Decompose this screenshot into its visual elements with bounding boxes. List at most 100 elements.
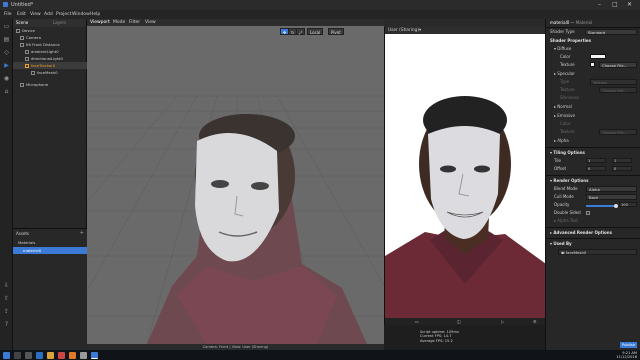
scene-tool-icon[interactable]: ▭	[2, 22, 11, 31]
cull-mode-select[interactable]: Back	[586, 194, 637, 200]
chrome-icon[interactable]	[58, 351, 65, 359]
asset-item-materials[interactable]: Materials	[13, 239, 87, 246]
scale-tool-button[interactable]: ⤢	[296, 28, 306, 35]
double-sided-checkbox[interactable]	[586, 211, 590, 215]
tab-scene[interactable]: Scene	[16, 19, 28, 27]
add-asset-button[interactable]: +	[80, 230, 84, 236]
offset-x-input[interactable]: 0	[586, 166, 606, 171]
export-tool-icon[interactable]: ⇧	[2, 294, 11, 303]
menu-project[interactable]: Project	[56, 10, 71, 19]
scene-item-device[interactable]: Device	[13, 27, 87, 34]
local-toggle-button[interactable]: Local	[307, 28, 324, 35]
preview-panel[interactable]: User (Sharing) ▾ ▭ ◫ ▷ ⚙	[384, 27, 545, 325]
viewport[interactable]: Viewport Mode Filter View ✥ ↻ ⤢ Local Pi…	[87, 19, 384, 350]
specular-type-select[interactable]: Texture	[590, 79, 637, 85]
help-tool-icon[interactable]: ?	[2, 320, 11, 329]
shader-type-select[interactable]: Standard	[585, 29, 637, 35]
advanced-render-header[interactable]: ▸ Advanced Render Options	[550, 230, 612, 236]
menu-window[interactable]: Window	[72, 10, 90, 19]
diffuse-color-swatch[interactable]	[590, 54, 606, 59]
search-icon[interactable]	[14, 351, 21, 359]
tiling-options-header[interactable]: ▾ Tiling Options	[550, 150, 585, 156]
opacity-slider-knob[interactable]	[614, 204, 618, 208]
import-tool-icon[interactable]: ⇩	[2, 281, 11, 290]
tile-y-input[interactable]: 1	[612, 158, 632, 163]
window-title: Untitled*	[11, 2, 34, 8]
texture-thumbnail[interactable]	[590, 62, 595, 67]
opacity-input[interactable]: 100	[619, 202, 637, 207]
close-icon[interactable]: ✕	[627, 0, 632, 10]
tile-label: Tile	[554, 158, 562, 163]
asset-item-material0[interactable]: material0	[13, 247, 87, 254]
menu-help[interactable]: Help	[90, 10, 100, 19]
diffuse-section[interactable]: ▾ Diffuse	[554, 46, 571, 52]
preview-video-icon[interactable]: ▷	[501, 318, 504, 325]
scene-item-kit[interactable]: Kit Front Distance	[13, 41, 87, 48]
specular-choose-file[interactable]: Choose File...	[599, 87, 637, 93]
edge-icon[interactable]	[36, 351, 43, 359]
file-explorer-icon[interactable]	[47, 351, 54, 359]
menu-add[interactable]: Add	[44, 10, 53, 19]
menu-edit[interactable]: Edit	[17, 10, 26, 19]
preview-tool-icon[interactable]: ▶	[2, 61, 11, 70]
alpha-section[interactable]: ▸ Alpha	[554, 138, 569, 144]
scene-item-microphone[interactable]: Microphone	[13, 81, 87, 88]
tab-filter[interactable]: Filter	[129, 19, 140, 26]
specular-section[interactable]: ▸ Specular	[554, 71, 575, 77]
scene-item-directional-light[interactable]: directionalLight0	[13, 55, 87, 62]
record-tool-icon[interactable]: ◉	[2, 74, 11, 83]
blend-mode-select[interactable]: Alpha	[586, 186, 637, 192]
shader-properties-header[interactable]: Shader Properties	[550, 38, 591, 44]
layers-tool-icon[interactable]: ▤	[2, 35, 11, 44]
group-icon	[20, 43, 24, 47]
used-by-item[interactable]: ▣ faceMesh0	[558, 249, 637, 255]
tab-layers[interactable]: Layers	[53, 19, 66, 27]
scene-item-ambient-light[interactable]: ambientLight0	[13, 48, 87, 55]
tab-viewport[interactable]: Viewport	[90, 19, 110, 26]
emissive-texture-label: Texture	[560, 129, 575, 134]
used-by-header[interactable]: ▾ Used By	[550, 241, 572, 247]
choose-file-button[interactable]: Choose File...	[599, 62, 637, 68]
normal-section[interactable]: ▸ Normal	[554, 104, 572, 110]
preview-strip	[384, 19, 545, 27]
menu-file[interactable]: File	[4, 10, 12, 19]
tab-view[interactable]: View	[145, 19, 156, 26]
effects-tool-icon[interactable]: ◇	[2, 48, 11, 57]
preview-menu-icon[interactable]: ▾	[419, 27, 421, 34]
app-icon[interactable]	[80, 351, 87, 359]
menu-view[interactable]: View	[30, 10, 41, 19]
title-bar: Untitled* – □ ✕	[0, 0, 640, 10]
scene-item-face-tracker[interactable]: faceTracker0	[13, 62, 87, 69]
shininess-label: Shininess	[560, 95, 579, 100]
microphone-icon	[20, 83, 24, 87]
minimize-icon[interactable]: –	[598, 0, 601, 10]
emissive-section[interactable]: ▸ Emissive	[554, 113, 575, 119]
start-icon[interactable]	[3, 351, 10, 359]
offset-y-input[interactable]: 0	[612, 166, 632, 171]
emissive-choose-file[interactable]: Choose File...	[599, 129, 637, 135]
viewport-scene[interactable]	[87, 26, 384, 344]
scene-item-face-mesh[interactable]: faceMesh0	[13, 69, 87, 76]
task-view-icon[interactable]	[25, 351, 32, 359]
tile-x-input[interactable]: 1	[586, 158, 606, 163]
preview-camera-icon[interactable]: ▭	[415, 318, 419, 325]
tag-tool-icon[interactable]: ⌂	[2, 87, 11, 96]
spark-ar-taskbar-icon[interactable]	[91, 351, 98, 359]
publish-button[interactable]: Publish	[620, 342, 637, 348]
firefox-icon[interactable]	[69, 351, 76, 359]
tab-mode[interactable]: Mode	[113, 19, 125, 26]
maximize-icon[interactable]: □	[612, 0, 618, 10]
pivot-toggle-button[interactable]: Pivot	[328, 28, 344, 35]
scene-item-camera[interactable]: Camera	[13, 34, 87, 41]
preview-settings-icon[interactable]: ⚙	[533, 318, 537, 325]
share-tool-icon[interactable]: ⇪	[2, 307, 11, 316]
preview-photo-icon[interactable]: ◫	[457, 318, 461, 325]
render-options-header[interactable]: ▾ Render Options	[550, 178, 589, 184]
assets-title: Assets	[16, 231, 30, 236]
opacity-label: Opacity	[554, 202, 570, 207]
mesh-icon	[31, 71, 35, 75]
blend-mode-label: Blend Mode	[554, 186, 578, 191]
emissive-color-label: Color	[560, 121, 571, 126]
light-icon	[25, 57, 29, 61]
alpha-test-section[interactable]: ▸ Alpha Test	[554, 218, 578, 224]
